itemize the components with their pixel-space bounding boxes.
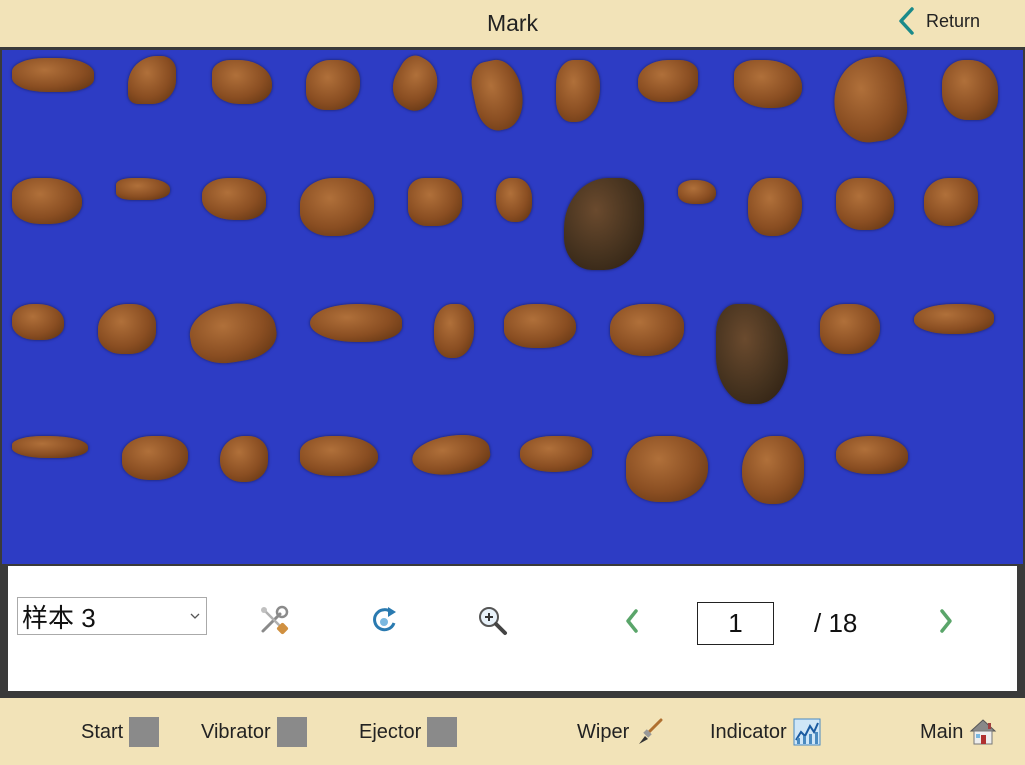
fragment (467, 55, 529, 135)
fragment (638, 60, 698, 102)
start-button[interactable]: Start (81, 716, 160, 748)
ejector-indicator (427, 717, 458, 747)
fragment (220, 436, 268, 482)
fragment (836, 178, 894, 230)
page-number-input[interactable] (697, 602, 774, 645)
next-page-button[interactable] (934, 606, 958, 636)
footer-bar: Start Vibrator Ejector Wiper Indicator M… (0, 698, 1025, 765)
chevron-right-icon (940, 609, 952, 633)
tools-button[interactable] (256, 602, 292, 638)
ejector-button[interactable]: Ejector (359, 716, 458, 748)
return-label: Return (926, 10, 981, 31)
indicator-button[interactable]: Indicator (710, 716, 821, 748)
brush-icon (639, 718, 663, 744)
prev-page-button[interactable] (620, 606, 644, 636)
fragment (122, 436, 188, 480)
zoom-button[interactable] (474, 602, 510, 638)
vibrator-indicator (276, 717, 307, 747)
fragment (409, 430, 493, 480)
fragment (914, 304, 994, 334)
fragment (504, 304, 576, 348)
fragment (924, 178, 978, 226)
vibrator-label: Vibrator (201, 720, 271, 743)
house-icon (970, 719, 997, 745)
fragment (742, 436, 804, 504)
start-indicator (129, 717, 160, 747)
vibrator-button[interactable]: Vibrator (201, 716, 307, 748)
fragment (300, 178, 374, 236)
rotate-icon (373, 607, 396, 632)
fragment (306, 60, 360, 110)
zoom-in-icon (479, 607, 507, 635)
header: Mark Return (0, 0, 1025, 47)
fragment (12, 178, 82, 224)
fragment (408, 178, 462, 226)
fragment (942, 60, 998, 120)
fragment (12, 436, 88, 458)
sample-select-value: 样本 3 (22, 602, 96, 633)
rotate-button[interactable] (366, 602, 402, 638)
main-button[interactable]: Main (920, 716, 997, 748)
wiper-button[interactable]: Wiper (577, 716, 663, 748)
chevron-down-icon (190, 613, 200, 619)
sample-select[interactable]: 样本 3 (17, 597, 207, 635)
page-title: Mark (486, 10, 539, 36)
chart-icon (793, 718, 821, 746)
chevron-left-icon (899, 7, 914, 35)
fragment (836, 436, 908, 474)
fragment (734, 60, 802, 108)
fragment (185, 296, 281, 370)
fragment (116, 178, 170, 200)
fragment (202, 178, 266, 220)
fragment (12, 58, 94, 92)
fragment (434, 304, 474, 358)
main-label: Main (920, 720, 964, 743)
fragment (12, 304, 64, 340)
fragment (626, 436, 708, 502)
chevron-left-icon (626, 609, 638, 633)
fragment (383, 50, 449, 118)
fragment (564, 178, 644, 270)
page-total: / 18 (814, 608, 858, 638)
fragment (310, 304, 402, 342)
fragment (820, 304, 880, 354)
controls-panel: 样本 3 / 18 (8, 566, 1017, 691)
fragment (828, 53, 912, 147)
fragment (748, 178, 802, 236)
ejector-label: Ejector (359, 720, 422, 743)
image-viewer[interactable] (2, 50, 1023, 564)
fragment (300, 436, 378, 476)
fragment (556, 60, 600, 122)
indicator-label: Indicator (710, 720, 787, 743)
fragment (610, 304, 684, 356)
start-label: Start (81, 720, 124, 743)
fragment (212, 60, 272, 104)
tools-icon (261, 605, 289, 635)
fragment (128, 56, 176, 104)
fragment (496, 178, 532, 222)
fragment (716, 304, 788, 404)
fragment (98, 304, 156, 354)
fragment (520, 436, 592, 472)
fragment (678, 180, 716, 204)
return-button[interactable]: Return (896, 6, 980, 36)
wiper-label: Wiper (577, 720, 630, 743)
